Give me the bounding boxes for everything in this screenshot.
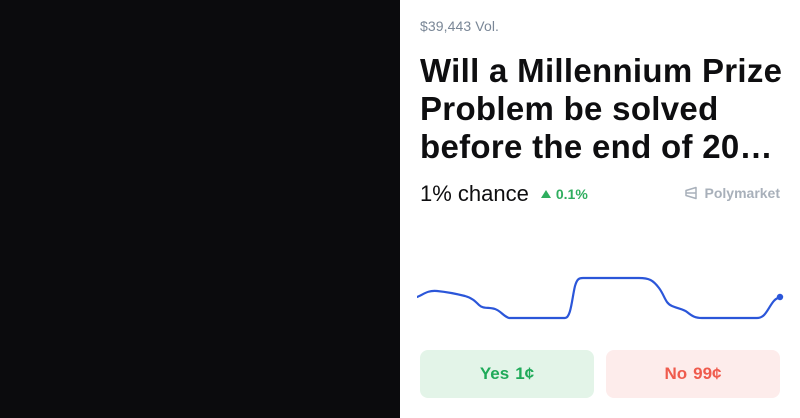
chance-delta: 0.1%	[540, 186, 588, 202]
buy-no-button[interactable]: No 99¢	[606, 350, 780, 398]
price-history-chart	[417, 276, 784, 320]
no-label: No	[664, 364, 688, 383]
market-volume: $39,443 Vol.	[420, 18, 500, 34]
market-title[interactable]: Will a Millennium Prize Problem be solve…	[420, 52, 790, 166]
no-price: 99¢	[693, 364, 722, 383]
price-history-current-point	[776, 293, 784, 301]
yes-price: 1¢	[515, 364, 535, 383]
price-history-line	[417, 276, 782, 320]
buy-yes-button[interactable]: Yes 1¢	[420, 350, 594, 398]
brand-name: Polymarket	[704, 185, 780, 201]
polymarket-logo-icon	[684, 186, 697, 200]
triangle-up-icon	[540, 189, 551, 198]
dark-panel	[0, 0, 400, 418]
chance-value: 1% chance	[420, 181, 529, 206]
market-card: $39,443 Vol. Will a Millennium Prize Pro…	[400, 0, 800, 418]
brand-link[interactable]: Polymarket	[683, 185, 780, 201]
delta-value: 0.1%	[555, 186, 588, 202]
yes-label: Yes	[479, 364, 510, 383]
market-card-page: $39,443 Vol. Will a Millennium Prize Pro…	[0, 0, 800, 418]
